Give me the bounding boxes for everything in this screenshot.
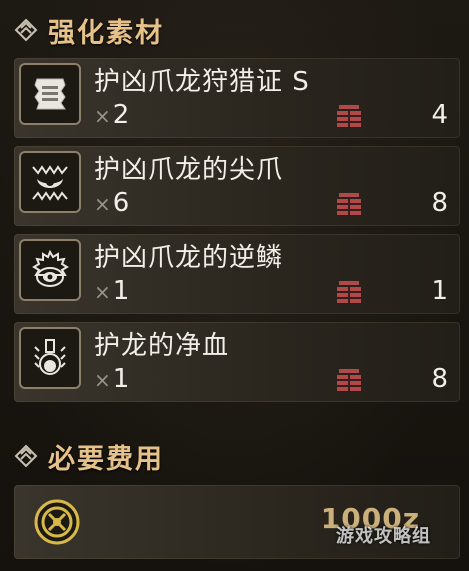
times-symbol: × xyxy=(94,368,111,392)
diamond-bullet-icon xyxy=(14,18,38,42)
material-name: 护凶爪龙狩猎证 S xyxy=(94,67,310,97)
required-qty-value: 1 xyxy=(112,276,130,306)
material-required-qty: ×6 xyxy=(94,188,129,218)
owned-count: 4 xyxy=(431,100,448,130)
claw-icon xyxy=(19,151,81,213)
watermark-text: 游戏攻略组 xyxy=(336,526,431,547)
required-qty-value: 6 xyxy=(112,188,130,218)
material-name: 护凶爪龙的逆鳞 xyxy=(94,243,284,273)
material-row[interactable]: 护凶爪龙狩猎证 S ×2 4 xyxy=(14,58,460,138)
times-symbol: × xyxy=(94,280,111,304)
cost-header: 必要费用 xyxy=(14,436,164,476)
owned-count: 1 xyxy=(431,276,448,306)
material-row[interactable]: 护凶爪龙的尖爪 ×6 8 xyxy=(14,146,460,226)
owned-count: 8 xyxy=(431,188,448,218)
material-row[interactable]: 护龙的净血 ×1 8 xyxy=(14,322,460,402)
item-box-icon xyxy=(337,105,361,127)
material-name: 护龙的净血 xyxy=(94,331,230,361)
material-required-qty: ×2 xyxy=(94,100,129,130)
item-box-icon xyxy=(337,281,361,303)
material-required-qty: ×1 xyxy=(94,276,129,306)
diamond-bullet-icon xyxy=(14,444,38,468)
required-qty-value: 2 xyxy=(112,100,130,130)
smithy-upgrade-panel: 强化素材 护凶爪龙狩猎证 S ×2 4 护凶爪龙的尖爪 ×6 8 护凶爪龙的逆鳞… xyxy=(0,0,469,571)
item-box-icon xyxy=(337,193,361,215)
material-required-qty: ×1 xyxy=(94,364,129,394)
owned-count: 8 xyxy=(431,364,448,394)
cost-title: 必要费用 xyxy=(48,443,164,475)
required-qty-value: 1 xyxy=(112,364,130,394)
scale-icon xyxy=(19,239,81,301)
materials-list: 护凶爪龙狩猎证 S ×2 4 护凶爪龙的尖爪 ×6 8 护凶爪龙的逆鳞 ×1 1… xyxy=(14,58,460,410)
ticket-icon xyxy=(19,63,81,125)
times-symbol: × xyxy=(94,104,111,128)
times-symbol: × xyxy=(94,192,111,216)
materials-title: 强化素材 xyxy=(48,17,164,49)
materials-header: 强化素材 xyxy=(14,10,164,50)
material-row[interactable]: 护凶爪龙的逆鳞 ×1 1 xyxy=(14,234,460,314)
item-box-icon xyxy=(337,369,361,391)
blood-flask-icon xyxy=(19,327,81,389)
material-name: 护凶爪龙的尖爪 xyxy=(94,155,284,185)
zenny-coin-icon xyxy=(34,499,80,545)
